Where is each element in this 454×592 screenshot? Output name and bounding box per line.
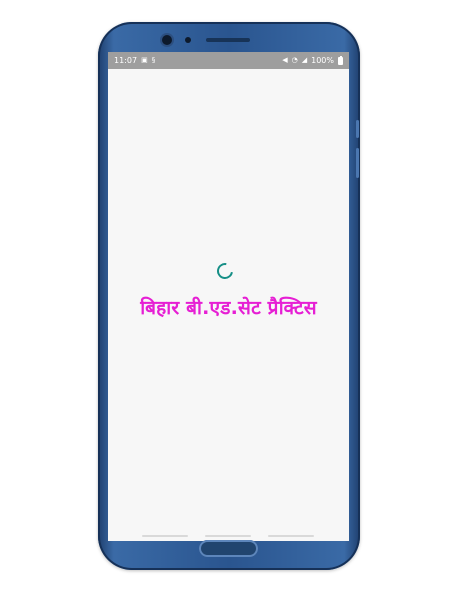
nav-hint-left xyxy=(142,535,188,537)
status-bar: 11:07 ▣ § ◀ ◔ ◢ 100% xyxy=(108,52,349,69)
power-button xyxy=(356,148,359,178)
loading-spinner-icon xyxy=(213,259,237,283)
nav-hint-center xyxy=(205,535,251,537)
wifi-icon: ◔ xyxy=(291,56,298,64)
screen: 11:07 ▣ § ◀ ◔ ◢ 100% बिहार बी.एड.सेट प्र… xyxy=(108,52,349,541)
home-button[interactable] xyxy=(199,540,258,557)
battery-icon xyxy=(338,55,343,65)
app-title: बिहार बी.एड.सेट प्रैक्टिस xyxy=(140,297,317,319)
front-camera xyxy=(162,35,172,45)
notification-icon: § xyxy=(151,56,156,64)
signal-icon: ◢ xyxy=(301,56,308,64)
image-icon: ▣ xyxy=(141,56,148,64)
status-right: ◀ ◔ ◢ 100% xyxy=(282,55,343,65)
battery-percentage: 100% xyxy=(311,56,334,65)
status-left: 11:07 ▣ § xyxy=(114,56,155,65)
status-time: 11:07 xyxy=(114,56,138,65)
proximity-sensor xyxy=(185,37,191,43)
nav-hint-right xyxy=(268,535,314,537)
volume-button xyxy=(356,120,359,138)
mute-icon: ◀ xyxy=(282,56,288,64)
earpiece-speaker xyxy=(206,38,250,42)
